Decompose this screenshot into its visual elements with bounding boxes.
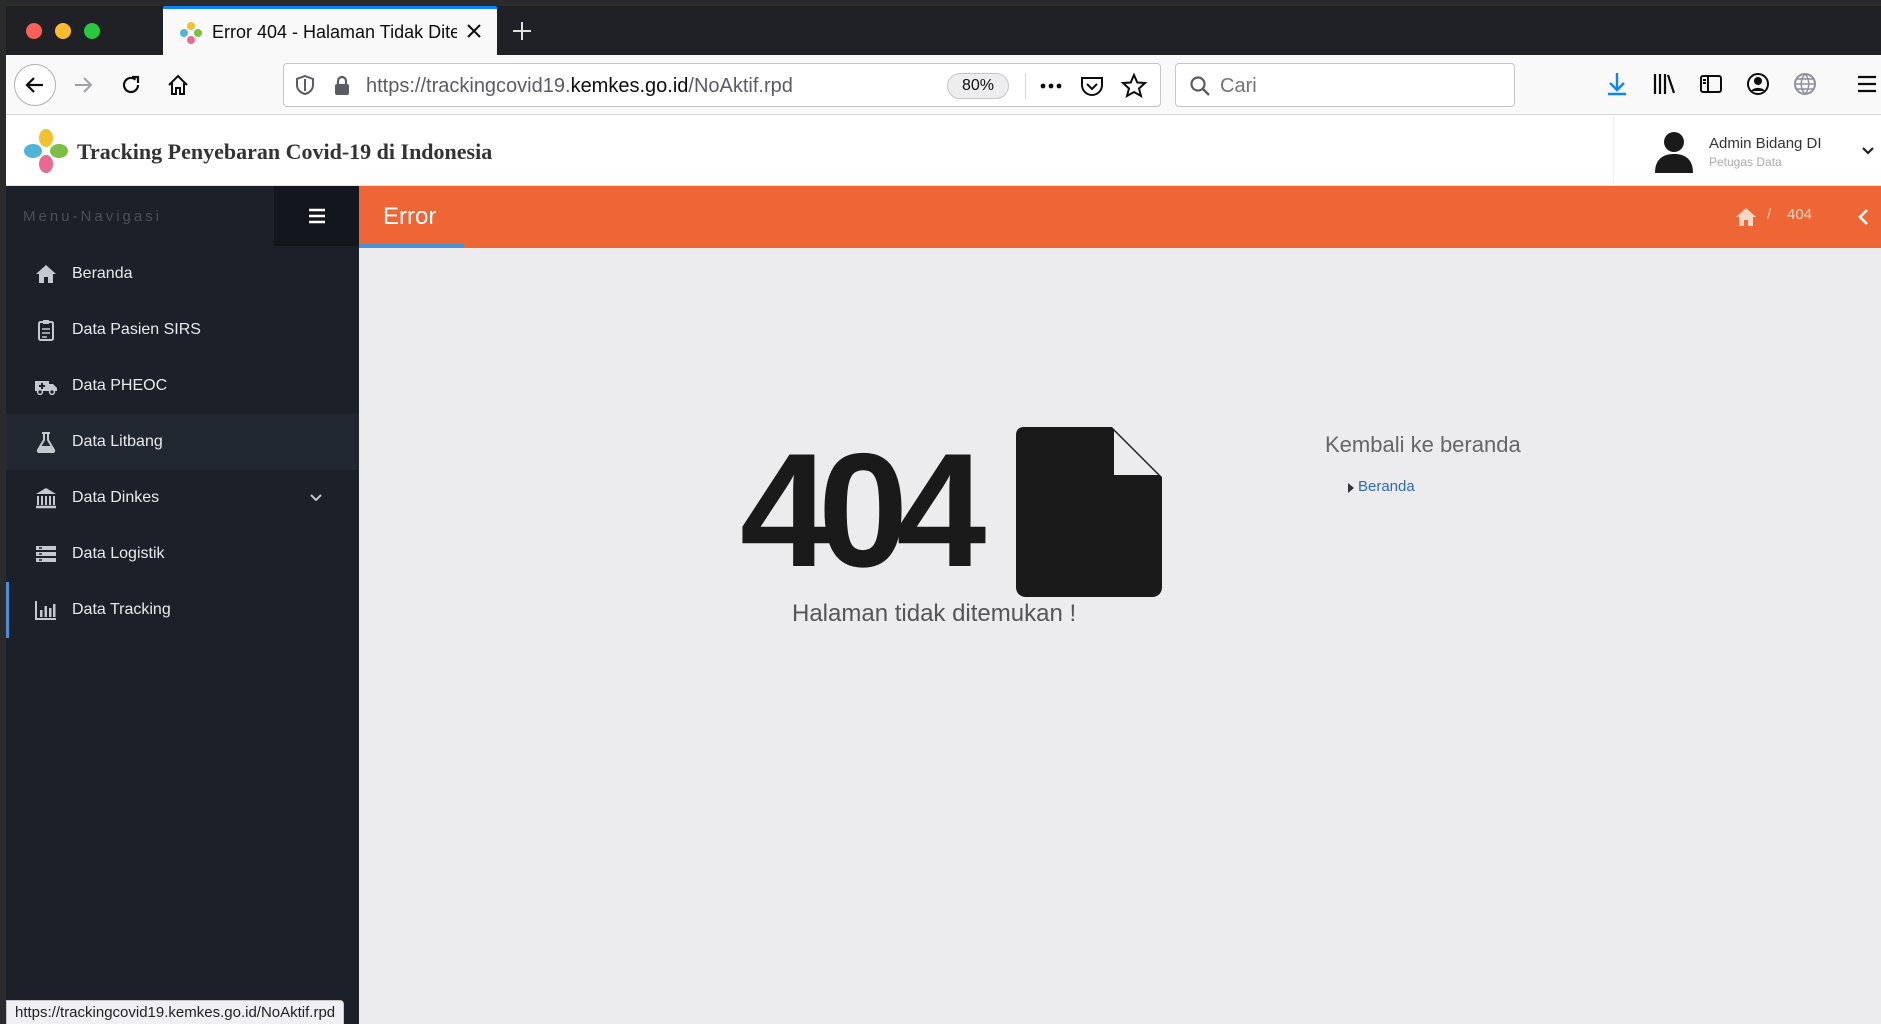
- beranda-link[interactable]: Beranda: [1358, 478, 1415, 495]
- file-icon: [1016, 427, 1162, 597]
- globe-icon[interactable]: [1790, 69, 1820, 99]
- reload-button[interactable]: [111, 65, 151, 105]
- sidebar-item-label: Data Litbang: [72, 433, 163, 450]
- back-home-heading: Kembali ke beranda: [1325, 432, 1521, 457]
- back-button[interactable]: [14, 64, 56, 106]
- lock-icon[interactable]: [332, 74, 352, 96]
- list-icon: [36, 546, 56, 562]
- breadcrumb-separator: /: [1767, 206, 1772, 223]
- clipboard-icon: [38, 320, 54, 341]
- reload-icon: [122, 75, 140, 94]
- chevron-down-icon: [310, 494, 322, 502]
- browser-tab-bar: Error 404 - Halaman Tidak Ditemukan: [6, 6, 1881, 55]
- window-maximize-button[interactable]: [84, 23, 100, 39]
- sidebar-item-data-litbang[interactable]: Data Litbang: [6, 414, 359, 470]
- zoom-level-badge[interactable]: 80%: [947, 73, 1010, 99]
- error-code: 404: [740, 420, 986, 601]
- account-icon[interactable]: [1743, 69, 1773, 99]
- sidebar-header: Menu-Navigasi: [6, 186, 359, 246]
- window-close-button[interactable]: [26, 23, 42, 39]
- sidebar-item-beranda[interactable]: Beranda: [6, 246, 359, 302]
- shield-icon[interactable]: [294, 74, 316, 96]
- sidebar-item-data-pasien-sirs[interactable]: Data Pasien SIRS: [6, 302, 359, 358]
- home-icon: [168, 74, 188, 95]
- sidebar-toggle-icon[interactable]: [1696, 69, 1726, 99]
- bank-icon: [36, 488, 56, 509]
- hamburger-menu-icon[interactable]: [1852, 69, 1881, 99]
- covid-logo-icon: [180, 22, 202, 44]
- sidebar-item-label: Beranda: [72, 265, 133, 282]
- app-header: Tracking Penyebaran Covid-19 di Indonesi…: [6, 115, 1881, 186]
- url-text[interactable]: https://trackingcovid19.kemkes.go.id/NoA…: [366, 75, 793, 98]
- close-icon[interactable]: [463, 20, 485, 42]
- chevron-down-icon: [1862, 147, 1874, 155]
- user-role: Petugas Data: [1709, 155, 1782, 169]
- user-name: Admin Bidang DI: [1709, 135, 1822, 152]
- arrow-left-icon: [25, 77, 43, 93]
- error-message: Halaman tidak ditemukan !: [792, 600, 1077, 627]
- pocket-icon[interactable]: [1078, 73, 1106, 99]
- sidebar-item-label: Data Logistik: [72, 545, 165, 562]
- content-header: Error / 404: [359, 186, 1881, 248]
- user-menu[interactable]: Admin Bidang DI Petugas Data: [1613, 115, 1881, 186]
- download-icon[interactable]: [1602, 69, 1632, 99]
- sidebar-item-data-logistik[interactable]: Data Logistik: [6, 526, 359, 582]
- more-actions-icon[interactable]: [1036, 73, 1066, 99]
- caret-right-icon: [1348, 483, 1354, 493]
- page-title: Error: [383, 203, 437, 230]
- search-bar[interactable]: [1175, 63, 1515, 107]
- arrow-right-icon: [75, 77, 93, 93]
- tab-title: Error 404 - Halaman Tidak Ditemukan: [212, 22, 457, 42]
- sidebar-item-data-tracking[interactable]: Data Tracking: [6, 582, 359, 638]
- user-avatar-icon: [1655, 132, 1693, 173]
- url-divider: [1025, 73, 1026, 99]
- sidebar-item-label: Data PHEOC: [72, 377, 168, 394]
- ambulance-icon: [35, 381, 57, 396]
- sidebar-heading: Menu-Navigasi: [23, 208, 163, 225]
- search-input[interactable]: [1220, 72, 1500, 100]
- browser-toolbar: https://trackingcovid19.kemkes.go.id/NoA…: [6, 55, 1881, 115]
- sidebar-item-data-pheoc[interactable]: Data PHEOC: [6, 358, 359, 414]
- title-underline: [359, 244, 464, 248]
- home-button[interactable]: [158, 65, 198, 105]
- sidebar: Menu-Navigasi Beranda Data Pasien SIRS D…: [6, 186, 359, 1024]
- sidebar-item-label: Data Dinkes: [72, 489, 160, 506]
- web-page: Tracking Penyebaran Covid-19 di Indonesi…: [6, 115, 1881, 1024]
- browser-tab-active[interactable]: Error 404 - Halaman Tidak Ditemukan: [163, 6, 497, 55]
- library-icon[interactable]: [1649, 69, 1679, 99]
- search-icon: [1190, 76, 1210, 96]
- sidebar-item-label: Data Pasien SIRS: [72, 321, 201, 338]
- forward-button[interactable]: [63, 65, 103, 105]
- status-bar-url: https://trackingcovid19.kemkes.go.id/NoA…: [6, 1000, 345, 1024]
- bookmark-star-icon[interactable]: [1120, 72, 1148, 100]
- covid-logo-icon[interactable]: [22, 127, 70, 175]
- hamburger-icon: [308, 208, 325, 224]
- url-bar[interactable]: https://trackingcovid19.kemkes.go.id/NoA…: [283, 63, 1161, 107]
- home-icon: [36, 265, 56, 283]
- sidebar-toggle-button[interactable]: [274, 186, 359, 246]
- breadcrumb-current: 404: [1787, 206, 1813, 223]
- sidebar-item-label: Data Tracking: [72, 601, 171, 618]
- breadcrumb-home-icon[interactable]: [1735, 206, 1757, 228]
- chevron-left-icon[interactable]: [1853, 206, 1875, 228]
- window-minimize-button[interactable]: [55, 23, 71, 39]
- flask-icon: [36, 432, 56, 453]
- bar-chart-icon: [35, 601, 56, 620]
- sidebar-item-data-dinkes[interactable]: Data Dinkes: [6, 470, 359, 526]
- app-title[interactable]: Tracking Penyebaran Covid-19 di Indonesi…: [77, 139, 492, 165]
- new-tab-plus-icon[interactable]: [509, 18, 535, 44]
